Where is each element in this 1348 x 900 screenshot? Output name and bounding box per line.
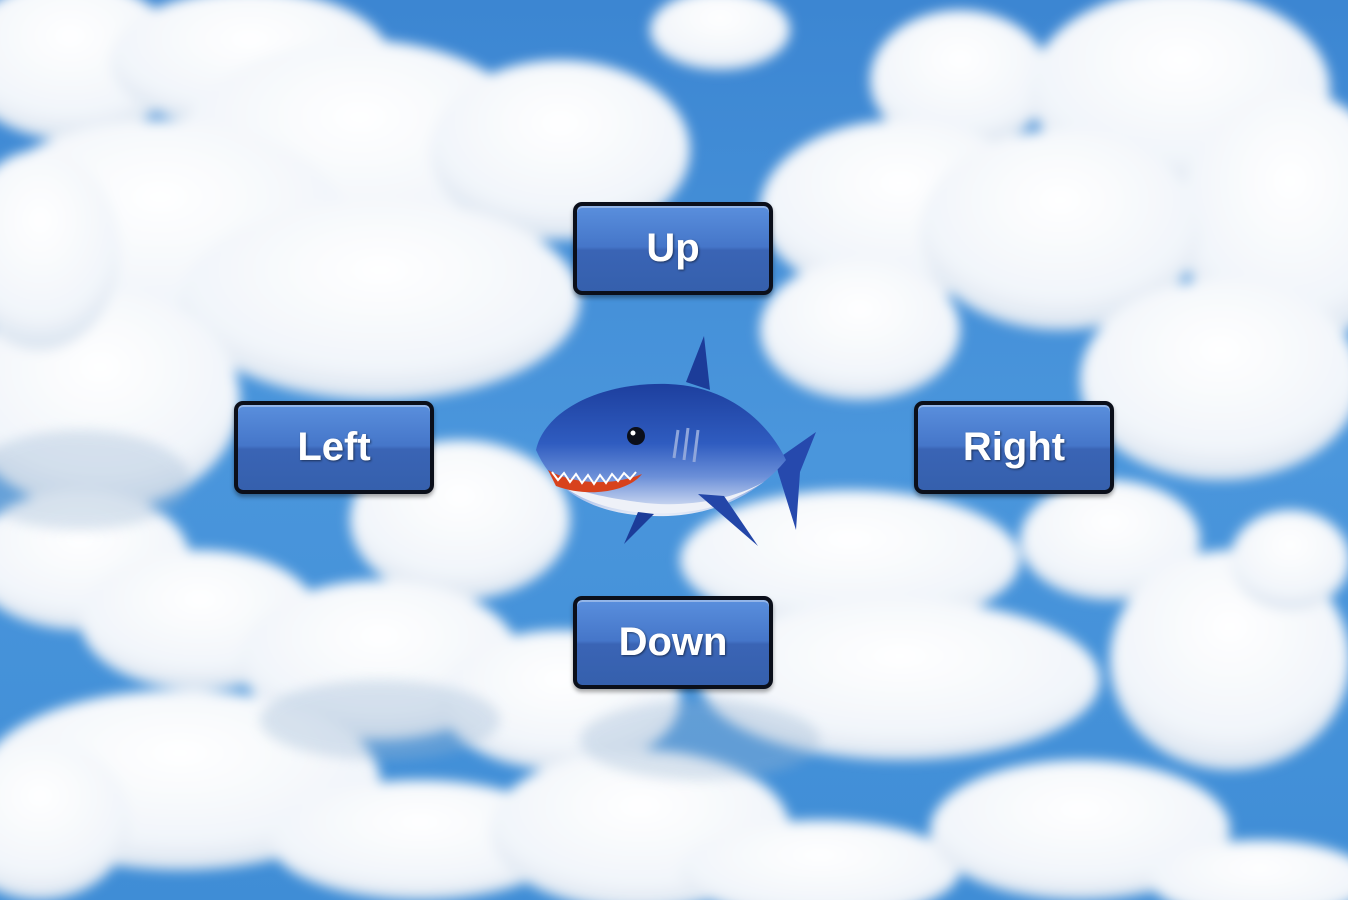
down-button[interactable]: Down <box>573 596 773 689</box>
left-button-label: Left <box>297 425 371 469</box>
up-button-label: Up <box>646 226 700 270</box>
shark-icon <box>536 336 816 546</box>
down-button-label: Down <box>618 620 728 664</box>
right-button-label: Right <box>962 425 1066 469</box>
up-button[interactable]: Up <box>573 202 773 295</box>
left-button[interactable]: Left <box>234 401 434 494</box>
right-button[interactable]: Right <box>914 401 1114 494</box>
